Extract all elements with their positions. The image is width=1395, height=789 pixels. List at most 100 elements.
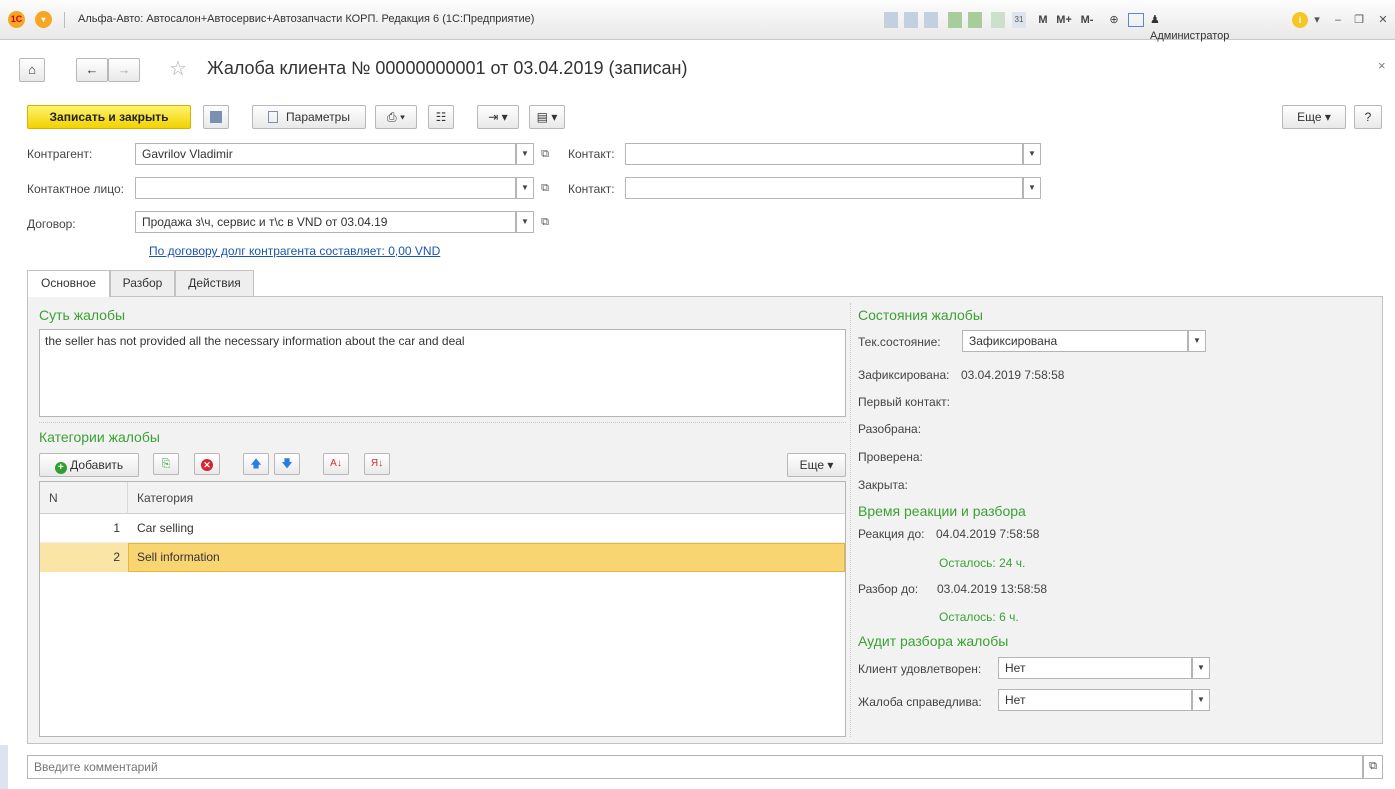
move-up-button[interactable]: 🡅 [243,453,269,475]
add-category-button[interactable]: + Добавить [39,453,139,477]
contract-field[interactable]: Продажа з\ч, сервис и т\с в VND от 03.04… [135,211,516,233]
counterparty-field[interactable]: Gavrilov Vladimir [135,143,516,165]
contract-dropdown[interactable]: ▼ [516,211,534,233]
chevron-down-icon[interactable]: ▾ [1312,12,1322,28]
complaint-text[interactable]: the seller has not provided all the nece… [39,329,846,417]
preview-icon[interactable] [924,12,938,28]
current-state-dropdown[interactable]: ▼ [1188,330,1206,352]
table-row-selected[interactable]: 2 Sell information [40,543,845,572]
user-name[interactable]: ♟ Администратор [1150,12,1240,42]
memory-button[interactable]: M [1036,12,1050,28]
more-label: Еще [1297,110,1322,124]
memory-plus-button[interactable]: M+ [1053,12,1075,28]
col-category-header[interactable]: Категория [137,491,193,505]
calculator-icon[interactable] [991,12,1005,28]
reports-button[interactable]: ▤ ▾ [529,105,565,129]
forward-button[interactable]: → [108,58,140,82]
save-icon[interactable] [968,12,982,28]
copy-row-button[interactable]: ⎘ [153,453,179,475]
tab-main[interactable]: Основное [27,270,110,297]
open-icon[interactable]: ⧉ [536,211,554,233]
contact-dropdown-2[interactable]: ▼ [1023,177,1041,199]
floppy-icon [210,111,222,123]
current-state-label: Тек.состояние: [858,335,941,349]
arrow-right-icon: → [117,62,131,77]
reaction-value: 04.04.2019 7:58:58 [936,527,1040,541]
counterparty-dropdown[interactable]: ▼ [516,143,534,165]
comment-input[interactable] [27,755,1363,779]
comment-open-icon[interactable]: ⧉ [1363,755,1383,779]
user-icon: ♟ [1150,14,1160,26]
print-button[interactable]: ⎙ ▾ [375,105,417,129]
favorite-star-icon[interactable]: ☆ [169,56,187,81]
window-titlebar: 1С ▾ Альфа-Авто: Автосалон+Автосервис+Ав… [0,0,1395,42]
categories-more-button[interactable]: Еще ▾ [787,453,846,477]
row-number: 1 [113,521,120,535]
contact-field-2[interactable] [625,177,1023,199]
memory-minus-button[interactable]: M- [1077,12,1097,28]
categories-heading: Категории жалобы [39,429,160,445]
structure-button[interactable]: ☷ [428,105,454,129]
arrow-left-icon: ← [85,62,99,77]
open-icon[interactable]: ⧉ [536,177,554,199]
contact-dropdown[interactable]: ▼ [1023,143,1041,165]
add-icon: + [54,462,67,474]
checked-label: Проверена: [858,450,923,464]
close-window-icon[interactable]: ✕ [1376,12,1390,28]
save-button[interactable] [203,105,229,129]
sort-desc-icon: Я↓ [370,458,384,469]
minimize-icon[interactable]: – [1332,12,1344,28]
reaction-remaining: Осталось: 24 ч. [939,556,1026,570]
satisfied-dropdown[interactable]: ▼ [1192,657,1210,679]
tab-analysis[interactable]: Разбор [110,270,175,296]
more-button[interactable]: Еще ▾ [1282,105,1346,129]
col-n-header[interactable]: N [49,491,58,505]
sort-desc-button[interactable]: Я↓ [364,453,390,475]
table-row[interactable]: 1 Car selling [40,514,845,543]
link-icon[interactable] [948,12,962,28]
app-logo-icon: 1С [8,11,25,28]
save-and-close-button[interactable]: Записать и закрыть [27,105,191,129]
panel-divider [850,303,851,737]
row-category: Car selling [137,521,194,535]
parameters-button[interactable]: Параметры [252,105,366,129]
contact-person-field[interactable] [135,177,516,199]
fair-field[interactable]: Нет [998,689,1192,711]
restore-icon[interactable]: ❐ [1352,12,1366,28]
move-down-button[interactable]: 🡇 [274,453,300,475]
close-form-icon[interactable]: × [1378,58,1386,73]
doc-icon[interactable] [884,12,898,28]
satisfied-field[interactable]: Нет [998,657,1192,679]
contact-label: Контакт: [568,147,615,161]
categories-more-label: Еще [799,458,825,472]
print-icon[interactable] [904,12,918,28]
contact-person-dropdown[interactable]: ▼ [516,177,534,199]
current-state-field[interactable]: Зафиксирована [962,330,1188,352]
delete-icon: ✕ [201,459,213,471]
delete-row-button[interactable]: ✕ [194,453,220,475]
row-number: 2 [113,550,120,564]
categories-table: N Категория 1 Car selling 2 Sell informa… [39,481,846,737]
zoom-icon[interactable]: ⊕ [1106,12,1122,28]
contact-field[interactable] [625,143,1023,165]
row-category: Sell information [137,550,220,564]
calendar-icon[interactable]: 31 [1012,12,1026,28]
info-icon[interactable]: i [1292,12,1308,28]
structure-icon: ☷ [435,110,447,124]
complaint-heading: Суть жалобы [39,307,126,323]
help-button[interactable]: ? [1354,105,1382,129]
fair-dropdown[interactable]: ▼ [1192,689,1210,711]
debt-link[interactable]: По договору долг контрагента составляет:… [149,244,440,258]
tab-actions[interactable]: Действия [175,270,254,296]
sort-asc-icon: A↓ [330,458,342,469]
main-menu-icon[interactable]: ▾ [35,11,52,28]
open-icon[interactable]: ⧉ [536,143,554,165]
user-label: Администратор [1150,30,1230,42]
reaction-label: Реакция до: [858,527,925,541]
back-button[interactable]: ← [76,58,108,82]
panel-icon[interactable] [1128,13,1144,27]
create-based-button[interactable]: ⇥ ▾ [477,105,519,129]
sort-asc-button[interactable]: A↓ [323,453,349,475]
create-based-icon: ⇥ [488,110,499,124]
home-button[interactable]: ⌂ [19,58,45,82]
